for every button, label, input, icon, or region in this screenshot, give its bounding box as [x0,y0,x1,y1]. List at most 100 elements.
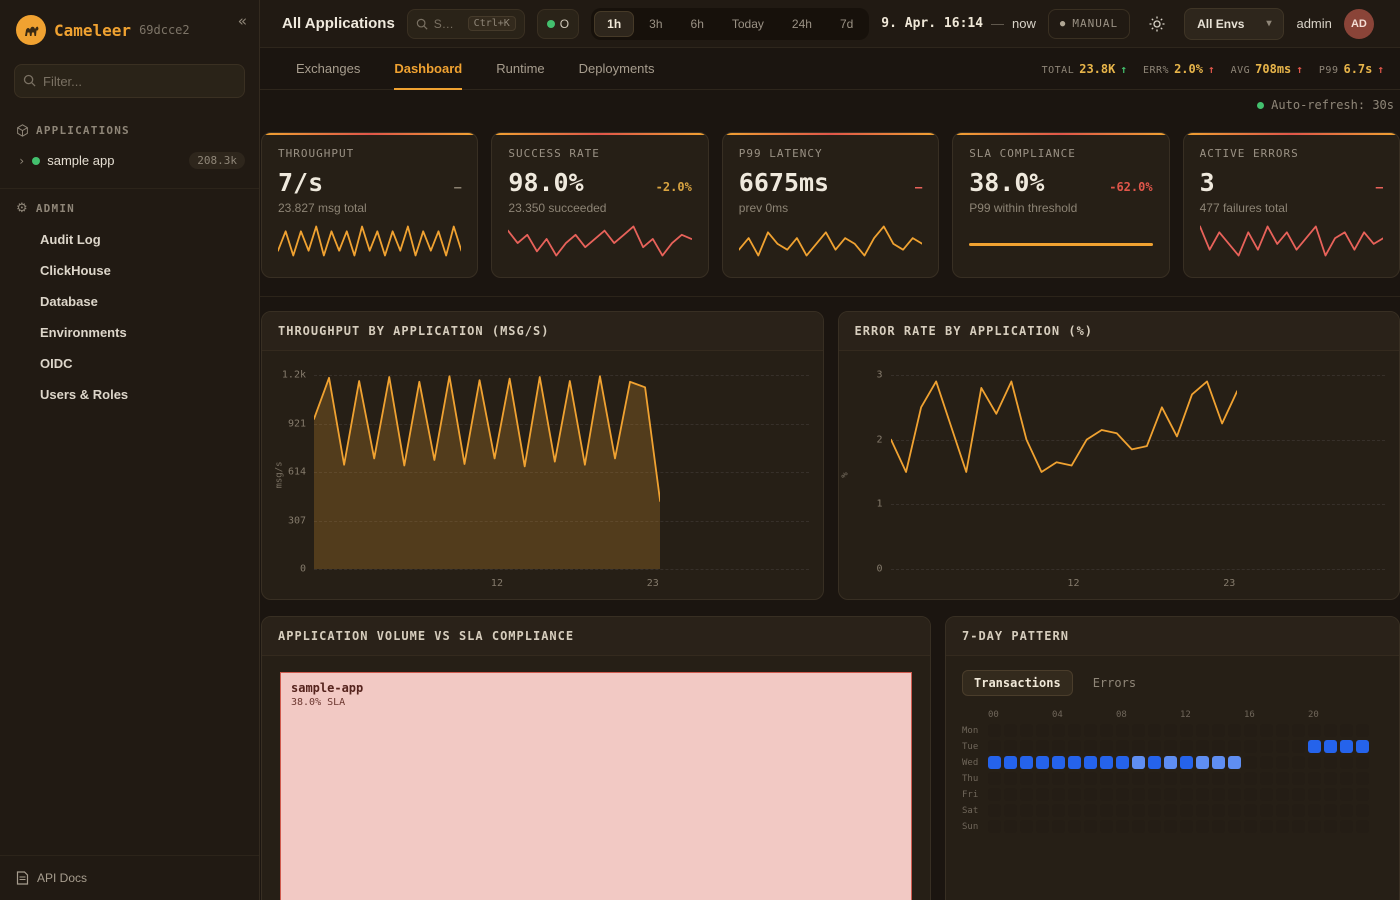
sidebar-item-users-roles[interactable]: Users & Roles [0,379,259,410]
document-icon [16,871,29,885]
env-select-value: All Envs [1197,17,1244,31]
theme-toggle-button[interactable] [1142,9,1172,39]
range-7d[interactable]: 7d [827,11,866,37]
heatmap-cell [1260,788,1273,801]
status-dot-icon [32,157,40,165]
topbar: All Applications S… Ctrl+K O 1h 3h 6h To… [260,0,1400,48]
p99-latency-sparkline [739,223,922,259]
heatmap-cell [1196,740,1209,753]
heatmap-row: Mon [962,724,1383,737]
tab-dashboard[interactable]: Dashboard [394,48,462,90]
heatmap-cell [1084,740,1097,753]
heatmap-cell [1100,788,1113,801]
kpi-row: THROUGHPUT 7/s – 23.827 msg total SUCCES… [260,126,1400,278]
heatmap-row: Sat [962,804,1383,817]
hour-label: 20 [1308,710,1372,720]
heatmap-cell [1052,772,1065,785]
time-range-selector: 1h 3h 6h Today 24h 7d [591,8,869,40]
heatmap-cell [1276,820,1289,833]
range-end-label[interactable]: now [1012,16,1036,31]
sidebar-item-database[interactable]: Database [0,286,259,317]
range-24h[interactable]: 24h [779,11,825,37]
stat-err: ERR% 2.0% ↑ [1143,62,1215,76]
sidebar-item-clickhouse[interactable]: ClickHouse [0,255,259,286]
stat-value: 2.0% [1174,62,1203,76]
kpi-value: 6675ms [739,168,829,197]
heatmap-cell [1276,756,1289,769]
env-select[interactable]: All Envs ▾ [1184,8,1284,40]
range-3h[interactable]: 3h [636,11,675,37]
heatmap-tab-transactions[interactable]: Transactions [962,670,1073,696]
heatmap-cell [1180,724,1193,737]
heatmap-cell [1276,788,1289,801]
heatmap-cell [1004,756,1017,769]
heatmap-cell [1004,788,1017,801]
heatmap-cell [1164,756,1177,769]
heatmap-cell [1100,724,1113,737]
heatmap-cell [1228,740,1241,753]
heatmap-cell [988,756,1001,769]
stat-value: 708ms [1255,62,1291,76]
heatmap-card: 7-DAY PATTERN Transactions Errors 000408… [945,616,1400,900]
heatmap-cell [1180,772,1193,785]
heatmap-cell [1244,772,1257,785]
heatmap-cell [1052,756,1065,769]
gridline [891,569,1386,570]
heatmap-cell [1020,788,1033,801]
heatmap-tab-errors[interactable]: Errors [1081,670,1148,696]
sidebar-item-environments[interactable]: Environments [0,317,259,348]
heatmap-cell [1084,820,1097,833]
heatmap-cell [1004,724,1017,737]
heatmap-cell [1308,756,1321,769]
sidebar-item-oidc[interactable]: OIDC [0,348,259,379]
sidebar-item-audit-log[interactable]: Audit Log [0,224,259,255]
heatmap-cell [1324,756,1337,769]
global-search-input[interactable]: S… Ctrl+K [407,9,525,39]
manual-refresh-button[interactable]: ● MANUAL [1048,9,1130,39]
sidebar-item-sample-app[interactable]: › sample app 208.3k [0,145,259,176]
live-status-button[interactable]: O [537,9,579,39]
heatmap-cell [1196,724,1209,737]
api-docs-link[interactable]: API Docs [0,855,259,900]
kpi-delta: – [1376,180,1383,194]
heatmap-cell [1084,772,1097,785]
search-placeholder: S… [434,17,462,31]
tab-runtime[interactable]: Runtime [496,48,544,90]
kpi-value: 3 [1200,168,1215,197]
kpi-delta: -2.0% [656,180,692,194]
search-shortcut-kbd: Ctrl+K [468,16,516,31]
heatmap-cell [1244,788,1257,801]
range-today[interactable]: Today [719,11,777,37]
y-tick: 307 [288,515,306,526]
heatmap-cell [1356,788,1369,801]
expand-chevron-icon[interactable]: › [18,154,25,168]
tab-deployments[interactable]: Deployments [579,48,655,90]
admin-section-header: ⚙ ADMIN [0,189,259,224]
heatmap-cell [1276,804,1289,817]
range-6h[interactable]: 6h [678,11,717,37]
heatmap-cell [1292,756,1305,769]
hour-label: 12 [1180,710,1244,720]
range-1h[interactable]: 1h [594,11,634,37]
tab-exchanges[interactable]: Exchanges [296,48,360,90]
heatmap-cell [1020,804,1033,817]
treemap-node-sample-app[interactable]: sample-app 38.0% SLA [280,672,912,900]
range-start-datetime[interactable]: 9. Apr. 16:14 [881,16,983,31]
heatmap-cell [1020,724,1033,737]
heatmap-cell [988,804,1001,817]
heatmap-cell [1292,820,1305,833]
chart-title: THROUGHPUT BY APPLICATION (MSG/S) [262,312,823,351]
applications-section-header: APPLICATIONS [0,112,259,145]
heatmap-cell [1196,788,1209,801]
heatmap-cell [1212,756,1225,769]
heatmap-cell [1244,756,1257,769]
heatmap-cell [1180,820,1193,833]
kpi-label: ACTIVE ERRORS [1200,147,1383,160]
heatmap-cell [1244,740,1257,753]
heatmap-cell [1180,740,1193,753]
kpi-subtext: 23.350 succeeded [508,201,691,215]
filter-input[interactable] [14,64,245,98]
heatmap-cell [1276,772,1289,785]
sidebar-collapse-icon[interactable]: « [238,12,247,30]
avatar[interactable]: AD [1344,9,1374,39]
